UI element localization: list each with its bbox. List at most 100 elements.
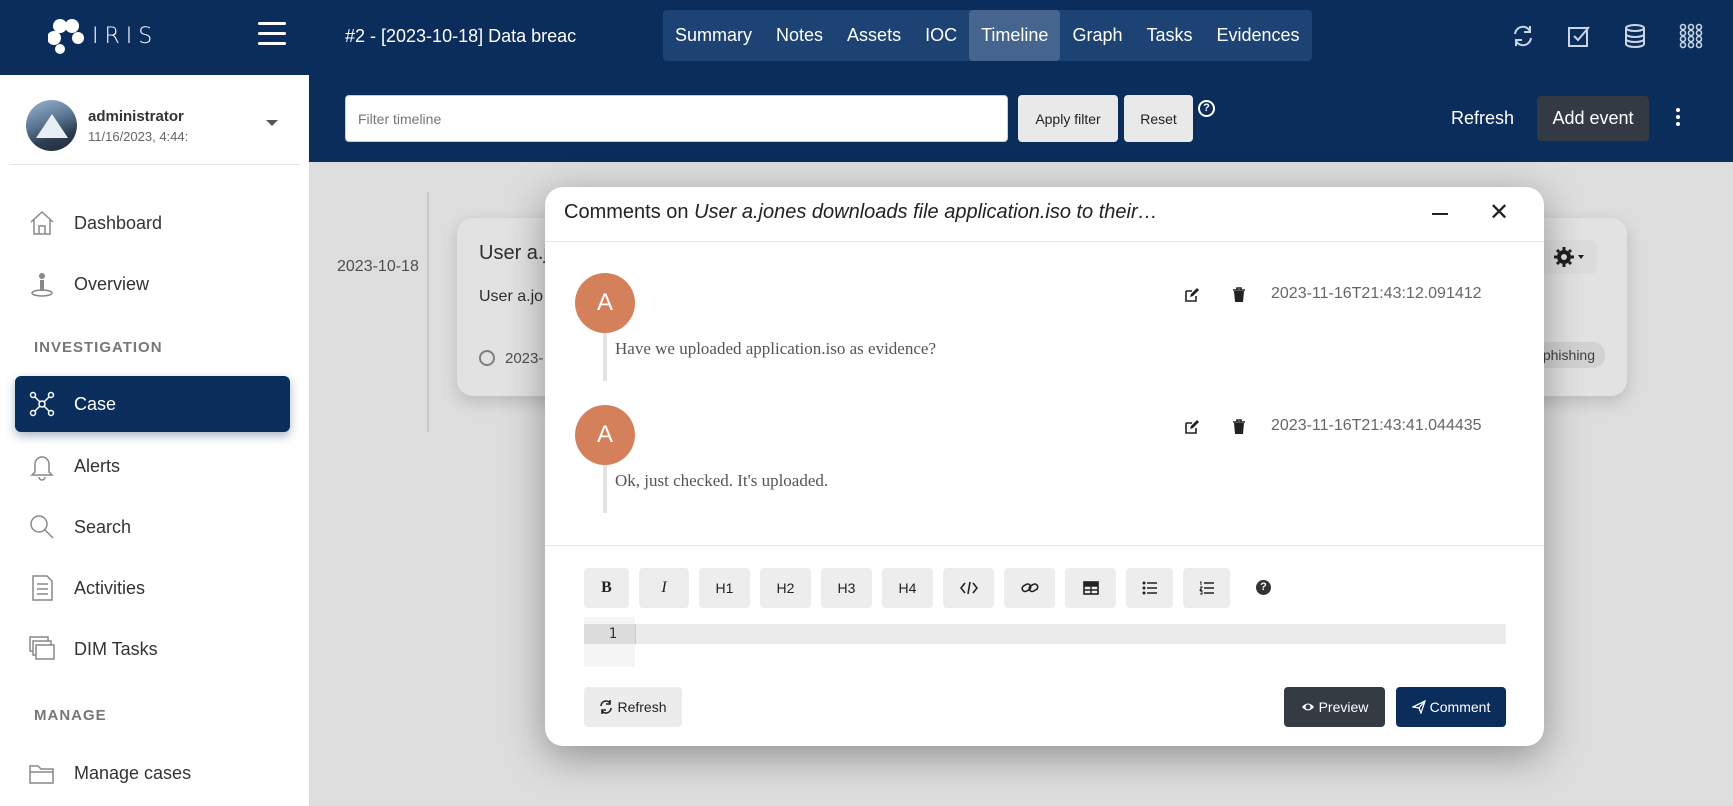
bold-button[interactable]: B [584, 568, 629, 608]
sidebar-item-label: Case [74, 393, 117, 414]
folder-icon [29, 765, 54, 784]
comment-thread-line [603, 333, 607, 381]
sidebar-item-case[interactable]: Case [15, 376, 290, 432]
sidebar-item-overview[interactable]: Overview [15, 256, 290, 312]
help-icon[interactable]: ? [1198, 100, 1215, 117]
bullet-list-button[interactable] [1126, 568, 1173, 608]
sidebar-item-dim-tasks[interactable]: DIM Tasks [15, 621, 290, 677]
edit-icon[interactable] [1184, 287, 1200, 303]
comment-timestamp: 2023-11-16T21:43:41.044435 [1271, 417, 1482, 434]
preview-button[interactable]: Preview [1284, 687, 1385, 727]
tab-evidences[interactable]: Evidences [1205, 10, 1312, 61]
editor-active-line[interactable] [635, 624, 1506, 644]
comment-label: Comment [1429, 699, 1491, 715]
filter-timeline-input[interactable] [345, 95, 1008, 142]
refresh-icon [600, 700, 613, 714]
trash-icon[interactable] [1232, 419, 1246, 435]
italic-button[interactable]: I [639, 568, 689, 608]
bullet-list-icon [1142, 581, 1157, 595]
sidebar-item-label: DIM Tasks [74, 638, 158, 659]
tab-summary[interactable]: Summary [663, 10, 764, 61]
link-button[interactable] [1004, 568, 1055, 608]
add-event-button[interactable]: Add event [1537, 96, 1649, 141]
sidebar-item-activities[interactable]: Activities [15, 560, 290, 616]
hexagon-logo-icon [48, 19, 84, 54]
link-icon [1020, 583, 1039, 593]
modal-title-prefix: Comments on [564, 201, 695, 223]
paper-plane-icon [1411, 700, 1426, 714]
sidebar-item-label: Search [74, 516, 132, 537]
edit-icon[interactable] [1184, 419, 1200, 435]
editor-help-icon[interactable]: ? [1256, 580, 1271, 595]
markdown-toolbar: B I H1 H2 H3 H4 ? [584, 568, 1271, 608]
tab-notes[interactable]: Notes [764, 10, 835, 61]
code-icon [959, 581, 978, 595]
user-date: 11/16/2023, 4:44: [88, 129, 189, 144]
comment-text: Have we uploaded application.iso as evid… [615, 339, 936, 358]
minimize-icon[interactable] [1432, 213, 1448, 215]
comment-timestamp: 2023-11-16T21:43:12.091412 [1271, 285, 1482, 302]
user-name: administrator [88, 108, 184, 125]
modal-title-event: User a.jones downloads file application.… [694, 201, 1158, 223]
modal-title: Comments on User a.jones downloads file … [564, 201, 1158, 224]
comment-avatar: A [575, 405, 635, 465]
submit-comment-button[interactable]: Comment [1396, 687, 1506, 727]
top-navbar: IRIS #2 - [2023-10-18] Data breac Summar… [0, 0, 1733, 75]
trash-icon[interactable] [1232, 287, 1246, 303]
numbered-list-button[interactable] [1183, 568, 1230, 608]
sidebar-item-alerts[interactable]: Alerts [15, 438, 290, 494]
overview-icon [31, 273, 53, 297]
comment-editor[interactable]: 1 [584, 617, 1506, 667]
tab-graph[interactable]: Graph [1060, 10, 1134, 61]
sidebar-item-label: Manage cases [74, 762, 192, 783]
modal-header: Comments on User a.jones downloads file … [545, 187, 1544, 242]
tab-ioc[interactable]: IOC [913, 10, 969, 61]
comment-item: A Ok, just checked. It's uploaded. 2023-… [575, 405, 1515, 515]
comment-avatar: A [575, 273, 635, 333]
sidebar-item-search[interactable]: Search [15, 499, 290, 555]
comment-thread-line [603, 465, 607, 513]
editor-gutter: 1 [584, 617, 635, 667]
tab-tasks[interactable]: Tasks [1134, 10, 1204, 61]
h3-button[interactable]: H3 [821, 568, 872, 608]
h4-button[interactable]: H4 [882, 568, 933, 608]
top-icon-group [1509, 22, 1733, 50]
sidebar-item-dashboard[interactable]: Dashboard [15, 195, 290, 251]
table-button[interactable] [1065, 568, 1116, 608]
h2-button[interactable]: H2 [760, 568, 811, 608]
comment-item: A Have we uploaded application.iso as ev… [575, 273, 1515, 383]
apps-grid-icon[interactable] [1677, 22, 1705, 50]
refresh-label: Refresh [617, 699, 667, 715]
tab-assets[interactable]: Assets [835, 10, 913, 61]
tab-timeline[interactable]: Timeline [969, 10, 1061, 61]
sidebar-item-label: Activities [74, 577, 146, 598]
divider [545, 545, 1544, 546]
user-panel[interactable]: administrator 11/16/2023, 4:44: [26, 100, 286, 160]
windows-icon [29, 636, 55, 660]
section-investigation: INVESTIGATION [34, 339, 163, 356]
reset-button[interactable]: Reset [1124, 95, 1193, 142]
h1-button[interactable]: H1 [699, 568, 750, 608]
sidebar-item-manage-cases[interactable]: Manage cases [15, 745, 290, 801]
more-options-icon[interactable] [1676, 108, 1680, 126]
checkbox-icon[interactable] [1565, 22, 1593, 50]
code-button[interactable] [943, 568, 994, 608]
apply-filter-button[interactable]: Apply filter [1018, 95, 1118, 142]
sidebar: administrator 11/16/2023, 4:44: Dashboar… [0, 75, 309, 806]
database-icon[interactable] [1621, 22, 1649, 50]
avatar [26, 100, 77, 151]
table-icon [1082, 581, 1099, 595]
sync-icon[interactable] [1509, 22, 1537, 50]
sidebar-item-label: Dashboard [74, 212, 163, 233]
home-icon [30, 210, 54, 235]
close-icon[interactable]: ✕ [1489, 201, 1509, 225]
line-number: 1 [584, 624, 635, 644]
comment-text: Ok, just checked. It's uploaded. [615, 471, 829, 490]
case-title: #2 - [2023-10-18] Data breac [345, 26, 577, 46]
chevron-down-icon[interactable] [266, 120, 278, 126]
refresh-comments-button[interactable]: Refresh [584, 687, 682, 727]
iris-logo[interactable]: IRIS [48, 18, 158, 54]
refresh-button[interactable]: Refresh [1451, 108, 1514, 129]
divider [10, 164, 300, 165]
menu-toggle-icon[interactable] [258, 22, 286, 46]
